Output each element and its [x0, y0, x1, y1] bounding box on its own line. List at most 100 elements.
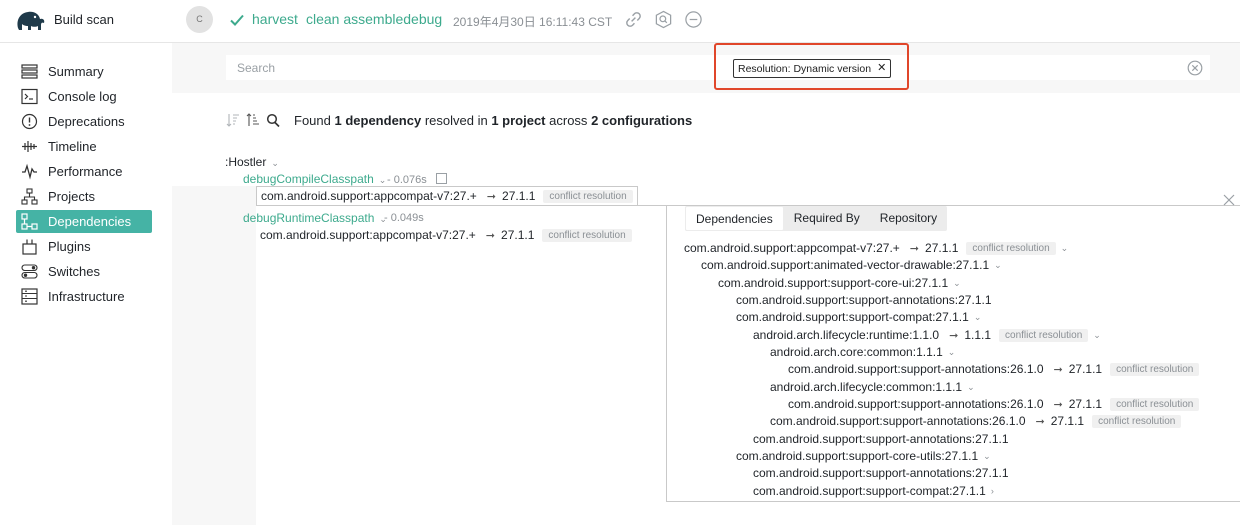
expand-square-icon[interactable] [435, 173, 447, 184]
configuration-duration: - 0.049s [384, 212, 424, 224]
search-badge-icon[interactable] [654, 10, 673, 29]
tree-node[interactable]: com.android.support:support-annotations:… [753, 432, 1009, 446]
sidebar-item-label: Plugins [48, 239, 91, 254]
configuration-compile[interactable]: debugCompileClasspath ⌄ [243, 172, 386, 186]
chevron-down-icon[interactable]: ⌄ [967, 382, 975, 393]
sidebar: Summary Console log Deprecations Timelin… [0, 43, 172, 525]
warning-icon [21, 113, 38, 130]
chevron-down-icon[interactable]: ⌄ [974, 312, 982, 323]
tab-required-by[interactable]: Required By [784, 206, 870, 231]
arrow-right-icon: ➞ [949, 329, 959, 342]
dependency-row-selected[interactable]: com.android.support:appcompat-v7:27.+ ➞ … [256, 186, 638, 205]
tree-node[interactable]: android.arch.lifecycle:common:1.1.1 ⌄ [770, 380, 975, 394]
tree-node[interactable]: com.android.support:support-core-ui:27.1… [718, 276, 961, 290]
sidebar-item-label: Summary [48, 64, 104, 79]
console-icon [21, 88, 38, 105]
chevron-down-icon[interactable]: ⌄ [948, 347, 956, 358]
sidebar-item-infrastructure[interactable]: Infrastructure [16, 285, 152, 308]
sidebar-item-label: Switches [48, 264, 101, 279]
sidebar-item-dependencies[interactable]: Dependencies [16, 210, 152, 233]
minus-circle-icon[interactable] [684, 10, 703, 29]
summary-icon [21, 64, 38, 79]
configuration-count: 2 configurations [591, 112, 693, 128]
sidebar-item-plugins[interactable]: Plugins [16, 235, 152, 258]
tab-dependencies[interactable]: Dependencies [685, 206, 784, 231]
arrow-right-icon: ➞ [1035, 415, 1045, 428]
dependency-count: 1 dependency [334, 112, 422, 128]
conflict-resolution-badge: conflict resolution [1110, 362, 1200, 376]
plugins-icon [22, 239, 37, 255]
sidebar-item-label: Infrastructure [48, 289, 125, 304]
sidebar-item-summary[interactable]: Summary [16, 60, 152, 83]
sort-ascending-icon[interactable] [246, 112, 260, 128]
arrow-right-icon: ➞ [485, 229, 496, 242]
tree-node[interactable]: com.android.support:support-compat:27.1.… [753, 484, 994, 498]
arrow-right-icon: ➞ [1053, 363, 1063, 376]
sidebar-item-label: Dependencies [48, 214, 132, 229]
app-title[interactable]: Build scan [54, 12, 114, 27]
resolution-filter-chip[interactable]: Resolution: Dynamic version ✕ [733, 59, 892, 78]
sidebar-item-projects[interactable]: Projects [16, 185, 152, 208]
tree-node[interactable]: com.android.support:support-annotations:… [788, 397, 1200, 411]
tree-node[interactable]: com.android.support:support-core-utils:2… [736, 449, 991, 463]
conflict-resolution-badge: conflict resolution [966, 241, 1056, 255]
tree-node[interactable]: com.android.support:support-compat:27.1.… [736, 310, 981, 324]
configuration-runtime[interactable]: debugRuntimeClasspath ⌄ [243, 211, 387, 225]
project-name[interactable]: :Hostler ⌄ [225, 155, 279, 169]
filter-chip-label: Resolution: Dynamic version [738, 62, 872, 75]
tree-node[interactable]: android.arch.lifecycle:runtime:1.1.0 ➞ 1.1… [753, 328, 1101, 342]
tree-node[interactable]: com.android.support:support-annotations:… [753, 466, 1009, 480]
tree-node[interactable]: com.android.support:appcompat-v7:27.+ ➞ 27… [684, 241, 1068, 255]
build-project-name[interactable]: harvest [252, 11, 298, 27]
dependency-row[interactable]: com.android.support:appcompat-v7:27.+ ➞ … [260, 228, 632, 242]
chevron-down-icon[interactable]: ⌄ [983, 451, 991, 462]
arrow-right-icon: ➞ [909, 242, 920, 255]
search-placeholder: Search [237, 61, 276, 75]
list-gutter [172, 186, 256, 525]
search-icon[interactable] [266, 112, 280, 128]
tree-node[interactable]: com.android.support:animated-vector-draw… [701, 258, 1002, 272]
sidebar-item-timeline[interactable]: Timeline [16, 135, 152, 158]
sidebar-item-switches[interactable]: Switches [16, 260, 152, 283]
dependencies-icon [21, 213, 38, 230]
sidebar-item-label: Performance [48, 164, 123, 179]
sort-descending-icon[interactable] [226, 112, 240, 128]
tree-node[interactable]: com.android.support:support-annotations:… [788, 362, 1200, 376]
user-avatar[interactable]: C [186, 6, 213, 33]
success-check-icon [230, 14, 244, 26]
build-timestamp: 2019年4月30日 16:11:43 CST [453, 15, 613, 29]
tree-node[interactable]: com.android.support:support-annotations:… [770, 414, 1182, 428]
infrastructure-icon [21, 288, 38, 305]
chevron-down-icon[interactable]: ⌄ [1093, 330, 1101, 341]
conflict-resolution-badge: conflict resolution [1092, 414, 1182, 428]
top-bar: Build scan C harvest clean assembledebug… [0, 0, 1240, 43]
detail-tabs: Dependencies Required By Repository [685, 206, 948, 231]
gradle-elephant-logo[interactable] [14, 6, 46, 34]
close-icon[interactable]: ✕ [877, 63, 886, 74]
switches-icon [21, 264, 38, 279]
close-panel-icon[interactable] [1223, 194, 1235, 206]
sidebar-item-performance[interactable]: Performance [16, 160, 152, 183]
conflict-resolution-badge: conflict resolution [543, 189, 633, 203]
tree-node[interactable]: android.arch.core:common:1.1.1 ⌄ [770, 345, 955, 359]
clear-search-icon[interactable] [1187, 60, 1203, 76]
conflict-resolution-badge: conflict resolution [542, 228, 632, 242]
sidebar-item-label: Console log [48, 89, 117, 104]
panel-connector [256, 205, 667, 206]
tab-repository[interactable]: Repository [870, 206, 947, 231]
sidebar-item-label: Timeline [48, 139, 97, 154]
chevron-right-icon[interactable]: › [991, 486, 994, 496]
chevron-down-icon[interactable]: ⌄ [1061, 243, 1069, 254]
tree-node[interactable]: com.android.support:support-annotations:… [736, 293, 992, 307]
chevron-down-icon[interactable]: ⌄ [953, 278, 961, 289]
build-tasks[interactable]: clean assembledebug [306, 11, 442, 27]
arrow-right-icon: ➞ [486, 190, 497, 203]
link-icon[interactable] [624, 10, 643, 29]
sidebar-item-deprecations[interactable]: Deprecations [16, 110, 152, 133]
sidebar-item-console-log[interactable]: Console log [16, 85, 152, 108]
conflict-resolution-badge: conflict resolution [1110, 397, 1200, 411]
results-summary-text: Found 1 dependency resolved in 1 project… [294, 112, 693, 128]
chevron-down-icon[interactable]: ⌄ [994, 260, 1002, 271]
sidebar-item-label: Projects [48, 189, 95, 204]
configuration-duration: - 0.076s [387, 173, 447, 186]
